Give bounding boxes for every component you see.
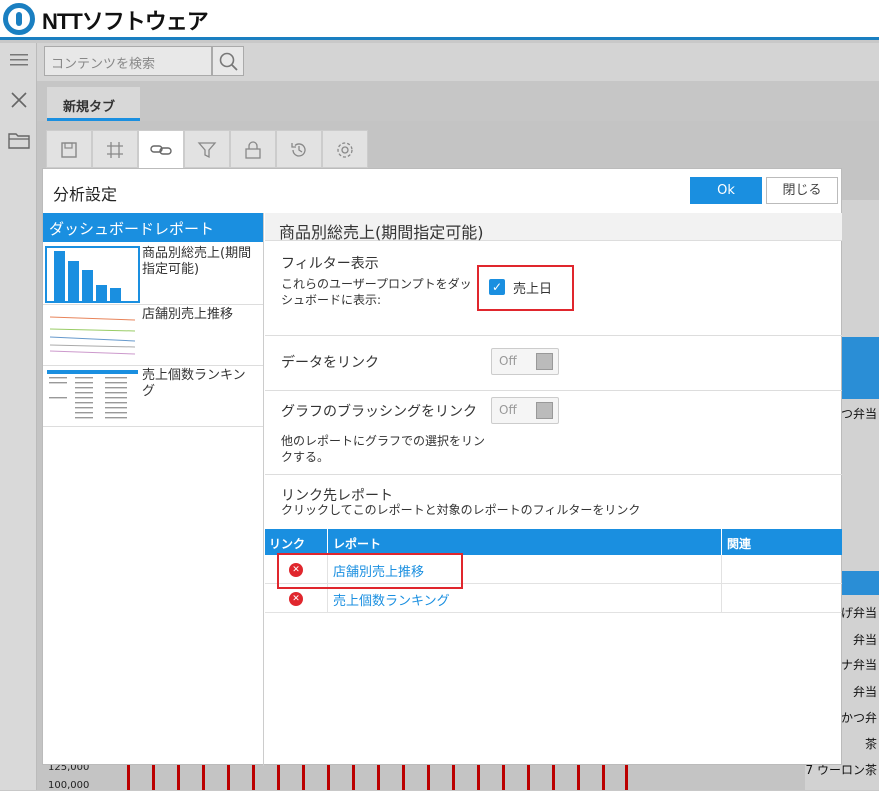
link-target-description: クリックしてこのレポートと対象のレポートのフィルターをリンク: [281, 503, 641, 517]
list-item-label: 売上個数ランキング: [142, 368, 246, 399]
list-item-label: 商品別総売上(期間指定可能): [142, 246, 252, 277]
save-icon[interactable]: [46, 130, 92, 168]
thumbnail: [45, 246, 140, 303]
filter-description: これらのユーザープロンプトをダッシュボードに表示:: [281, 277, 472, 307]
link-icon[interactable]: [138, 130, 184, 168]
grid-icon[interactable]: [92, 130, 138, 168]
link-data-section: データをリンク Off: [265, 335, 842, 390]
tab-bar: 新規タブ: [37, 81, 879, 126]
link-data-label: データをリンク: [281, 355, 379, 371]
highlight-box: [277, 553, 463, 589]
left-rail: [0, 43, 37, 790]
search-input[interactable]: コンテンツを検索: [44, 46, 212, 76]
column-header: リンク: [269, 537, 306, 551]
lock-icon[interactable]: [230, 130, 276, 168]
list-item[interactable]: 店舗別売上推移: [43, 305, 263, 366]
link-target-section: リンク先レポート クリックしてこのレポートと対象のレポートのフィルターをリンク: [265, 474, 842, 529]
folder-icon[interactable]: [8, 131, 30, 153]
brushing-section: グラフのブラッシングをリンク Off 他のレポートにグラフでの選択をリンクする。: [265, 390, 842, 474]
brushing-description: 他のレポートにグラフでの選択をリンクする。: [281, 434, 486, 464]
remove-icon[interactable]: ✕: [289, 592, 303, 606]
dialog-title: 分析設定: [53, 185, 118, 204]
filter-label: フィルター表示: [281, 256, 379, 272]
thumbnail: [45, 307, 140, 364]
brushing-toggle[interactable]: Off: [491, 397, 559, 424]
ok-button[interactable]: Ok: [690, 177, 762, 204]
search-bar: コンテンツを検索: [37, 43, 879, 81]
list-item[interactable]: 売上個数ランキング: [43, 366, 263, 427]
close-icon[interactable]: [8, 91, 30, 113]
bg-chart-bars: [115, 763, 635, 790]
toggle-knob: [536, 402, 553, 419]
tab-new[interactable]: 新規タブ: [47, 87, 140, 126]
report-title: 商品別総売上(期間指定可能): [279, 223, 484, 242]
menu-icon[interactable]: [8, 51, 30, 73]
list-item[interactable]: 商品別総売上(期間指定可能): [43, 244, 263, 305]
analysis-settings-dialog: 分析設定 Ok 閉じる ダッシュボードレポート 商品別総売上(期間指定可能) 店…: [42, 168, 842, 766]
header-bar: NTTソフトウェア: [0, 0, 879, 40]
background-highlight: [840, 337, 879, 399]
thumbnail: [45, 368, 140, 425]
dashboard-report-list: ダッシュボードレポート 商品別総売上(期間指定可能) 店舗別売上推移 売上個数ラ…: [43, 213, 264, 766]
search-button[interactable]: [212, 46, 244, 76]
link-data-toggle[interactable]: Off: [491, 348, 559, 375]
gear-icon[interactable]: [322, 130, 368, 168]
list-header: ダッシュボードレポート: [43, 213, 263, 242]
ntt-logo-icon: [3, 3, 35, 35]
filter-icon[interactable]: [184, 130, 230, 168]
table-header: リンク レポート 関連: [265, 529, 842, 555]
filter-section: フィルター表示 これらのユーザープロンプトをダッシュボードに表示: ✓ 売上日: [265, 241, 842, 335]
bg-axis-label: 100,000: [48, 780, 90, 791]
column-header: 関連: [727, 537, 752, 551]
report-settings-panel: 商品別総売上(期間指定可能) フィルター表示 これらのユーザープロンプトをダッシ…: [265, 213, 842, 766]
toggle-state: Off: [499, 354, 517, 368]
report-link[interactable]: 売上個数ランキング: [333, 590, 450, 609]
history-icon[interactable]: [276, 130, 322, 168]
toggle-state: Off: [499, 403, 517, 417]
list-item-label: 店舗別売上推移: [142, 307, 234, 322]
brand-name: NTTソフトウェア: [42, 9, 209, 34]
brushing-label: グラフのブラッシングをリンク: [281, 404, 477, 420]
search-icon: [219, 52, 238, 71]
toggle-knob: [536, 353, 553, 370]
settings-toolbar: [46, 130, 368, 168]
tab-label: 新規タブ: [63, 100, 116, 115]
column-header: レポート: [333, 537, 382, 551]
close-button[interactable]: 閉じる: [766, 177, 838, 204]
highlight-box: [477, 265, 574, 311]
